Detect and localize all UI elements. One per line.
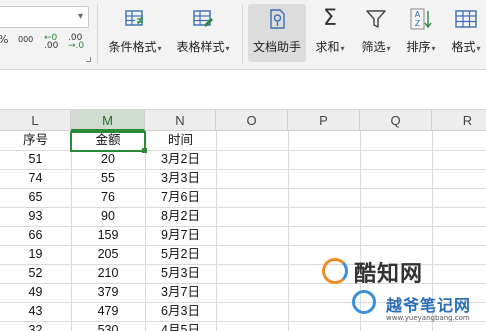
table-cell[interactable]: 20 (71, 150, 145, 168)
table-cell[interactable]: 3月3日 (145, 169, 216, 187)
column-header-m[interactable]: M (71, 110, 145, 131)
thousands-separator-button[interactable]: 000 (18, 34, 33, 44)
percent-format-button[interactable]: % (0, 34, 8, 45)
filter-icon (366, 10, 386, 28)
table-style-label: 表格样式 (176, 40, 225, 54)
table-cell[interactable]: 4月5日 (145, 321, 216, 331)
table-cell[interactable]: 3月7日 (145, 283, 216, 301)
sort-z-glyph: Z (415, 19, 421, 28)
format-button[interactable]: 格式▾ (446, 4, 486, 62)
doc-assistant-label: 文档助手 (252, 40, 301, 54)
table-style-button[interactable]: 表格样式▾ (170, 4, 236, 62)
sort-label: 排序 (406, 40, 431, 54)
conditional-format-label: 条件格式 (108, 40, 157, 54)
sum-label: 求和 (315, 40, 340, 54)
sum-button[interactable]: Σ 求和▾ (310, 4, 350, 62)
watermark-title: 酷知网 (354, 262, 424, 287)
chevron-down-icon: ▾ (476, 44, 481, 53)
increase-decimal-sub-icon: .00 (44, 41, 59, 51)
table-cell[interactable]: 32 (0, 321, 71, 331)
active-cell-border (70, 131, 146, 152)
column-header-q[interactable]: Q (360, 110, 432, 131)
doc-assistant-button[interactable]: 文档助手 (248, 4, 306, 62)
formula-bar-area[interactable] (0, 71, 486, 109)
table-cell[interactable]: 8月2日 (145, 207, 216, 225)
table-cell[interactable]: 5月3日 (145, 264, 216, 282)
table-cell[interactable]: 66 (0, 226, 71, 244)
table-cell[interactable]: 205 (71, 245, 145, 263)
chevron-down-icon: ▾ (431, 44, 436, 53)
font-size-dropdown[interactable]: ▾ (0, 6, 89, 28)
chevron-down-icon: ▾ (340, 44, 345, 53)
column-header-p[interactable]: P (288, 110, 360, 131)
filter-label: 筛选 (361, 40, 386, 54)
decrease-decimal-sub-icon: →.0 (68, 41, 85, 51)
table-cell[interactable]: 93 (0, 207, 71, 225)
gridline (288, 131, 289, 331)
table-cell[interactable]: 159 (71, 226, 145, 244)
watermark-logo-icon (322, 258, 348, 284)
table-header-time[interactable]: 时间 (145, 131, 216, 149)
sort-a-glyph: A (415, 10, 421, 19)
table-header-index[interactable]: 序号 (0, 131, 71, 149)
table-cell[interactable]: 52 (0, 264, 71, 282)
table-cell[interactable]: 5月2日 (145, 245, 216, 263)
fill-handle[interactable] (142, 148, 147, 153)
column-header-o[interactable]: O (216, 110, 288, 131)
thousands-separator-icon: 000 (18, 35, 34, 44)
format-icon (455, 10, 477, 28)
watermark: 酷知网 越爷笔记网 www.yueyangbang.com (312, 250, 482, 330)
sort-icon: A Z (410, 8, 432, 30)
table-cell[interactable]: 74 (0, 169, 71, 187)
table-cell[interactable]: 7月6日 (145, 188, 216, 206)
decrease-decimal-button[interactable]: .00 →.0 (68, 34, 85, 51)
format-label: 格式 (451, 40, 476, 54)
watermark-url: www.yueyangbang.com (386, 314, 470, 322)
filter-button[interactable]: 筛选▾ (356, 4, 396, 62)
table-cell[interactable]: 9月7日 (145, 226, 216, 244)
table-cell[interactable]: 479 (71, 302, 145, 320)
sum-icon: Σ (323, 6, 337, 31)
table-style-icon (193, 10, 213, 27)
doc-assistant-icon (270, 9, 285, 29)
chevron-down-icon: ▾ (157, 44, 162, 53)
number-format-launcher-icon[interactable] (86, 57, 91, 62)
ribbon-divider (242, 4, 243, 64)
table-cell[interactable]: 3月2日 (145, 150, 216, 168)
column-header-l[interactable]: L (0, 110, 71, 131)
chevron-down-icon: ▾ (225, 44, 230, 53)
column-header-n[interactable]: N (145, 110, 216, 131)
gridline (216, 131, 217, 331)
table-cell[interactable]: 19 (0, 245, 71, 263)
conditional-format-icon (125, 10, 143, 26)
percent-icon: % (0, 34, 8, 45)
watermark-wifi-icon (352, 290, 376, 314)
chevron-down-icon: ▾ (77, 11, 83, 22)
table-cell[interactable]: 49 (0, 283, 71, 301)
table-cell[interactable]: 51 (0, 150, 71, 168)
chevron-down-icon: ▾ (386, 44, 391, 53)
column-header-row: L M N O P Q R (0, 109, 486, 131)
table-cell[interactable]: 530 (71, 321, 145, 331)
conditional-format-button[interactable]: 条件格式▾ (102, 4, 168, 62)
ribbon-divider (97, 4, 98, 64)
table-cell[interactable]: 90 (71, 207, 145, 225)
sort-button[interactable]: A Z 排序▾ (401, 4, 441, 62)
column-header-r[interactable]: R (432, 110, 486, 131)
table-cell[interactable]: 55 (71, 169, 145, 187)
table-cell[interactable]: 43 (0, 302, 71, 320)
ribbon-toolbar: ▾ % 000 ←0 .00 .00 →.0 条件格式▾ (0, 0, 486, 70)
increase-decimal-button[interactable]: ←0 .00 (44, 34, 59, 51)
watermark-subtitle: 越爷笔记网 (386, 296, 472, 315)
table-cell[interactable]: 65 (0, 188, 71, 206)
table-cell[interactable]: 76 (71, 188, 145, 206)
table-cell[interactable]: 379 (71, 283, 145, 301)
table-cell[interactable]: 210 (71, 264, 145, 282)
table-cell[interactable]: 6月3日 (145, 302, 216, 320)
